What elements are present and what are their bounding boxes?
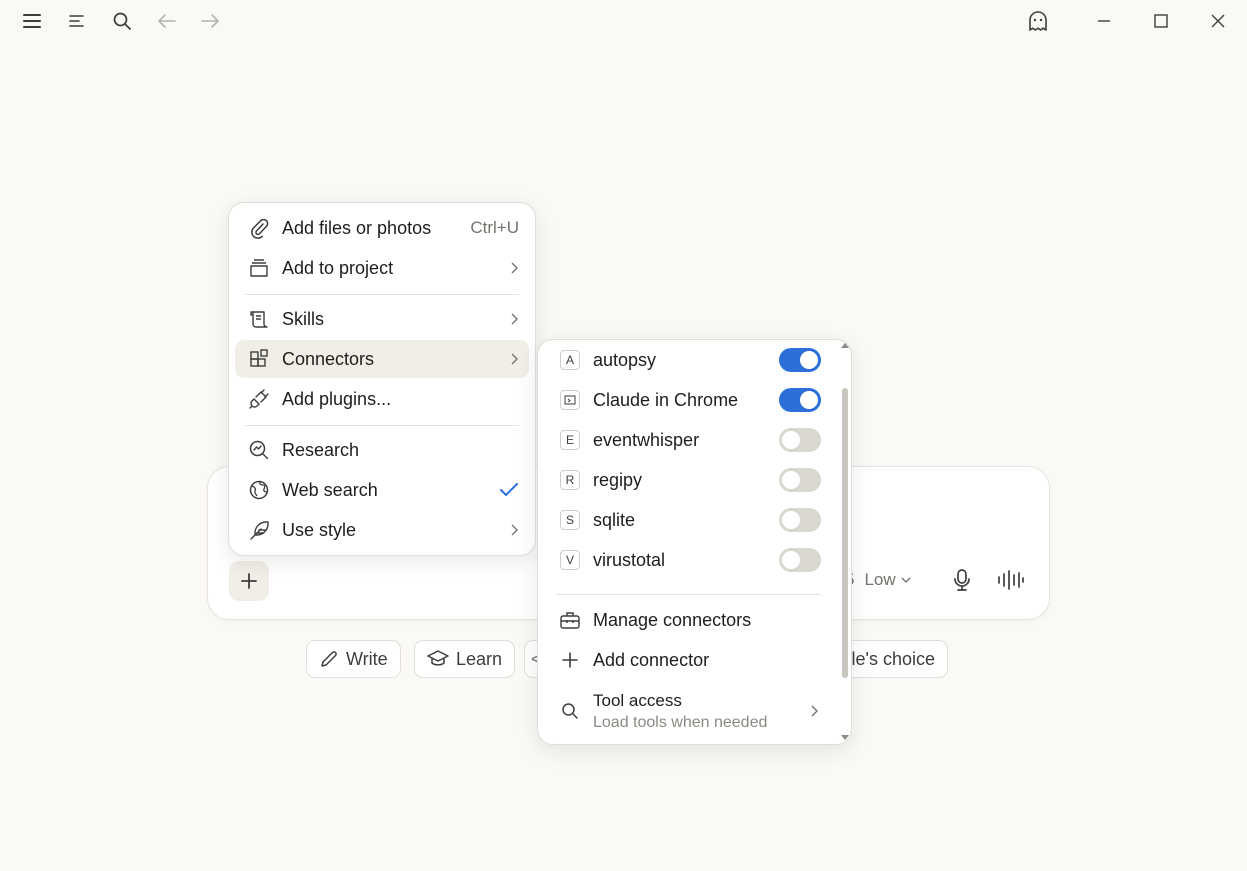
maximize-icon[interactable]: [1146, 6, 1176, 36]
web-search-item[interactable]: Web search: [235, 471, 529, 509]
connectors-icon: [247, 347, 271, 371]
pencil-icon: [321, 651, 337, 667]
add-files-label: Add files or photos: [282, 217, 432, 238]
plus-icon: [241, 573, 257, 589]
feather-icon: [247, 518, 271, 542]
scroll-down-arrow-icon[interactable]: [841, 735, 849, 741]
globe-icon: [247, 478, 271, 502]
microphone-icon: [954, 569, 970, 591]
back-arrow-icon[interactable]: [154, 8, 180, 34]
browser-window-icon: [560, 390, 580, 410]
connector-row-sqlite[interactable]: S sqlite: [546, 501, 845, 539]
chevron-right-icon: [509, 261, 519, 275]
choice-chip-label: le's choice: [851, 648, 935, 669]
use-style-item[interactable]: Use style: [235, 511, 529, 549]
connector-row-claude-in-chrome[interactable]: Claude in Chrome: [546, 381, 845, 419]
menu-icon[interactable]: [19, 8, 45, 34]
sidebar-list-icon[interactable]: [64, 8, 90, 34]
connector-name: virustotal: [593, 549, 666, 570]
connector-name: Claude in Chrome: [593, 389, 739, 410]
connector-name: eventwhisper: [593, 429, 700, 450]
learn-chip-label: Learn: [456, 648, 503, 669]
connector-letter-badge: S: [560, 510, 580, 530]
web-search-label: Web search: [282, 479, 378, 500]
connector-row-autopsy[interactable]: A autopsy: [546, 341, 845, 379]
use-style-label: Use style: [282, 519, 357, 540]
checkmark-icon: [499, 482, 519, 498]
voice-waveform-icon: [998, 570, 1024, 590]
research-item[interactable]: Research: [235, 431, 529, 469]
write-chip[interactable]: Write: [306, 640, 401, 678]
plus-icon: [558, 648, 582, 672]
add-plugins-label: Add plugins...: [282, 388, 392, 409]
chevron-right-icon: [509, 312, 519, 326]
connector-name: regipy: [593, 469, 643, 490]
connectors-submenu: A autopsy Claude in Chrome E eventwhispe…: [537, 339, 852, 745]
manage-connectors-item[interactable]: Manage connectors: [546, 601, 845, 639]
connector-toggle[interactable]: [779, 508, 821, 532]
connector-toggle[interactable]: [779, 348, 821, 372]
scroll-up-arrow-icon[interactable]: [841, 342, 849, 348]
close-icon[interactable]: [1203, 6, 1233, 36]
toolbox-icon: [558, 608, 582, 632]
chevron-right-icon: [809, 704, 819, 718]
manage-connectors-label: Manage connectors: [593, 609, 752, 630]
effort-selector[interactable]: 5 Low: [845, 568, 912, 592]
add-connector-label: Add connector: [593, 649, 710, 670]
connector-row-regipy[interactable]: R regipy: [546, 461, 845, 499]
connector-toggle[interactable]: [779, 548, 821, 572]
connectors-label: Connectors: [282, 348, 375, 369]
connectors-scrollbar-thumb[interactable]: [842, 388, 848, 678]
add-connector-item[interactable]: Add connector: [546, 641, 845, 679]
attach-menu: Add files or photos Ctrl+U Add to projec…: [228, 202, 536, 556]
connector-toggle[interactable]: [779, 468, 821, 492]
add-files-item[interactable]: Add files or photos Ctrl+U: [235, 209, 529, 247]
paperclip-icon: [247, 216, 271, 240]
skills-item[interactable]: Skills: [235, 300, 529, 338]
skills-label: Skills: [282, 308, 325, 329]
graduation-cap-icon: [427, 650, 449, 666]
tool-access-label: Tool access: [593, 690, 682, 710]
add-attachment-button[interactable]: [229, 561, 269, 601]
forward-arrow-icon[interactable]: [197, 8, 223, 34]
connector-letter-badge: R: [560, 470, 580, 490]
add-to-project-label: Add to project: [282, 257, 394, 278]
minimize-icon[interactable]: [1089, 6, 1119, 36]
research-icon: [247, 438, 271, 462]
connector-row-virustotal[interactable]: V virustotal: [546, 541, 845, 579]
write-chip-label: Write: [346, 648, 388, 669]
connector-row-eventwhisper[interactable]: E eventwhisper: [546, 421, 845, 459]
add-to-project-item[interactable]: Add to project: [235, 249, 529, 287]
microphone-button[interactable]: [948, 566, 976, 594]
connector-letter-badge: V: [560, 550, 580, 570]
research-label: Research: [282, 439, 360, 460]
tool-access-sublabel: Load tools when needed: [593, 713, 768, 731]
connector-toggle[interactable]: [779, 388, 821, 412]
chevron-right-icon: [509, 352, 519, 366]
search-icon: [558, 699, 582, 723]
connector-letter-badge: E: [560, 430, 580, 450]
effort-label: Low: [864, 570, 896, 589]
skills-icon: [247, 307, 271, 331]
connectors-item[interactable]: Connectors: [235, 340, 529, 378]
add-files-shortcut: Ctrl+U: [470, 218, 519, 237]
chevron-down-icon: [901, 577, 911, 583]
connector-letter-badge: A: [560, 350, 580, 370]
connector-name: autopsy: [593, 349, 657, 370]
plug-icon: [247, 387, 271, 411]
project-icon: [247, 256, 271, 280]
ghost-icon[interactable]: [1023, 6, 1053, 36]
tool-access-item[interactable]: Tool access Load tools when needed: [546, 684, 845, 738]
connector-toggle[interactable]: [779, 428, 821, 452]
voice-mode-button[interactable]: [996, 566, 1026, 594]
add-plugins-item[interactable]: Add plugins...: [235, 380, 529, 418]
connector-name: sqlite: [593, 509, 636, 530]
chevron-right-icon: [509, 523, 519, 537]
search-icon[interactable]: [109, 8, 135, 34]
learn-chip[interactable]: Learn: [414, 640, 516, 678]
